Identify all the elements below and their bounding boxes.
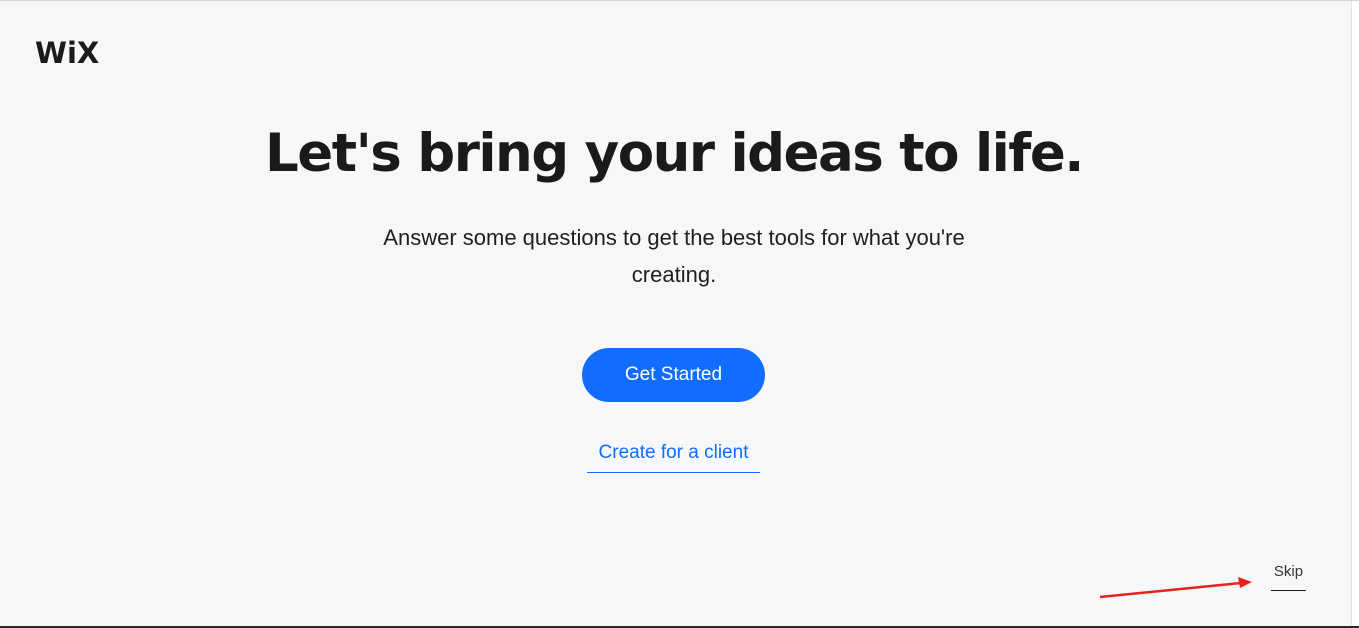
get-started-button[interactable]: Get Started xyxy=(582,348,765,402)
scrollbar-edge xyxy=(1351,1,1359,626)
annotation-arrow-head xyxy=(1238,577,1252,588)
create-for-client-link[interactable]: Create for a client xyxy=(587,439,760,473)
skip-link[interactable]: Skip xyxy=(1271,561,1306,591)
page-subtitle: Answer some questions to get the best to… xyxy=(383,225,965,287)
page-title: Let's bring your ideas to life. xyxy=(265,123,1084,184)
wix-logo[interactable]: WiX xyxy=(35,35,99,71)
annotation-arrow-shaft xyxy=(1099,581,1242,599)
onboarding-page: WiX Let's bring your ideas to life. Answ… xyxy=(0,0,1359,628)
annotation-arrow-icon xyxy=(1099,577,1252,599)
